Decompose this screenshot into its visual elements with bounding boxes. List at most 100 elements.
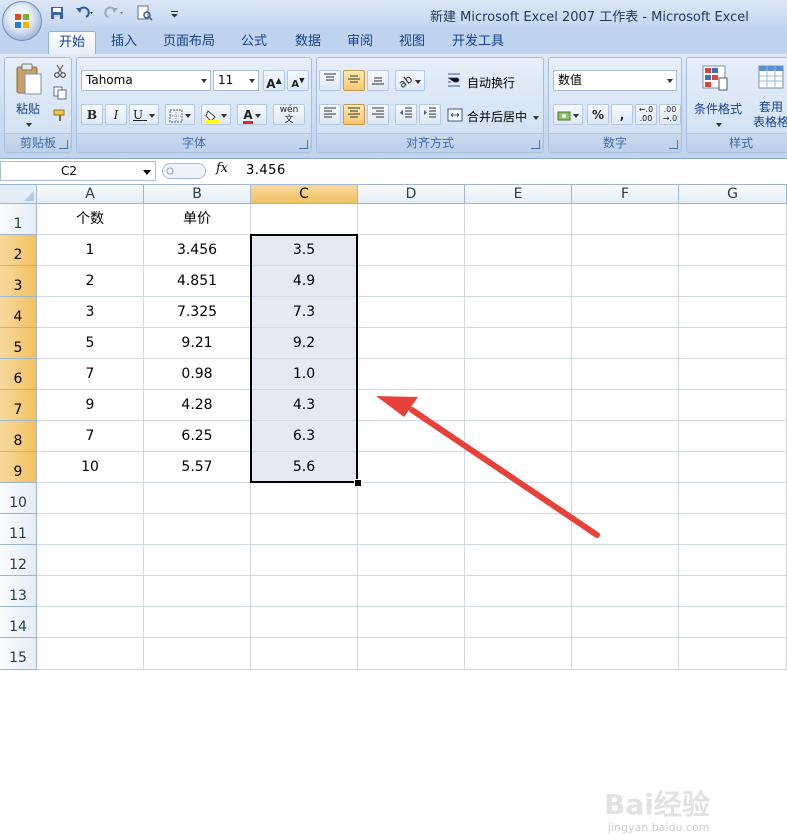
wrap-text-button[interactable]: 自动换行 (467, 74, 515, 91)
print-preview-icon[interactable] (136, 5, 154, 21)
clipboard-group: 粘贴 剪贴板 (4, 57, 72, 153)
fill-color-button[interactable] (201, 104, 231, 125)
name-box[interactable]: C2 (0, 161, 156, 181)
tab-developer[interactable]: 开发工具 (444, 31, 512, 53)
format-table-label-2: 表格格 (752, 115, 787, 129)
italic-icon: I (113, 108, 119, 122)
formula-controls: fx (160, 161, 236, 181)
font-name-dropdown-icon (201, 79, 207, 83)
formula-bar: C2 fx 3.456 (0, 159, 787, 185)
increase-decimal-button[interactable]: ←.0.00 (635, 104, 657, 125)
tab-home[interactable]: 开始 (48, 31, 96, 54)
accounting-format-button[interactable] (553, 104, 583, 125)
bold-icon: B (86, 108, 98, 122)
align-right-icon (372, 107, 384, 118)
clipboard-launcher-icon[interactable] (59, 140, 68, 149)
tab-formulas[interactable]: 公式 (232, 31, 276, 53)
number-format-dropdown-icon (667, 79, 673, 83)
number-launcher-icon[interactable] (669, 140, 678, 149)
align-bottom-icon (372, 77, 384, 85)
redo-icon[interactable] (104, 5, 126, 21)
font-size-dropdown-icon (249, 79, 255, 83)
percent-button[interactable]: % (587, 104, 609, 125)
tab-page-layout[interactable]: 页面布局 (158, 31, 220, 53)
font-color-button[interactable]: A (237, 104, 267, 125)
align-middle-icon (348, 75, 360, 83)
comma-button[interactable]: , (611, 104, 633, 125)
format-as-table-button[interactable]: 套用 表格格 (745, 100, 787, 130)
merge-center-button[interactable]: 合并后居中 (467, 108, 539, 125)
conditional-format-icon (702, 65, 728, 91)
cut-icon[interactable] (53, 64, 67, 78)
phonetic-icon: wén 文 (279, 105, 299, 125)
align-left-icon (324, 107, 336, 118)
number-format-combo[interactable]: 数值 (553, 70, 677, 91)
merge-dropdown-icon (532, 115, 539, 120)
paste-button[interactable]: 粘贴 (9, 100, 47, 131)
fill-color-dropdown-icon (221, 113, 227, 118)
grow-font-button[interactable]: A▲ (263, 70, 285, 91)
tab-insert[interactable]: 插入 (102, 31, 146, 53)
underline-icon: U (133, 108, 144, 122)
phonetic-button[interactable]: wén 文 (273, 104, 305, 125)
italic-button[interactable]: I (105, 104, 127, 125)
paste-icon (16, 63, 42, 95)
increase-indent-button[interactable] (419, 104, 441, 125)
save-icon[interactable] (50, 5, 64, 21)
shrink-font-button[interactable]: A▼ (287, 70, 309, 91)
align-bottom-button[interactable] (367, 70, 389, 91)
styles-group-label: 样式 (687, 133, 787, 152)
alignment-group: ab 自动换行 合并后居中 对齐方式 (316, 57, 544, 153)
clipboard-group-label: 剪贴板 (5, 133, 71, 152)
office-button[interactable] (2, 1, 42, 41)
align-middle-button[interactable] (343, 70, 365, 91)
borders-button[interactable] (165, 104, 195, 125)
bold-button[interactable]: B (81, 104, 103, 125)
clipboard-label-text: 剪贴板 (19, 136, 56, 150)
comma-icon: , (619, 108, 625, 122)
format-table-label-1: 套用 (758, 100, 783, 114)
tab-data[interactable]: 数据 (286, 31, 330, 53)
tab-view[interactable]: 视图 (390, 31, 434, 53)
formula-input[interactable]: 3.456 (246, 163, 286, 178)
format-painter-icon[interactable] (53, 108, 67, 122)
number-group: 数值 % , ←.0.00 .00 →.0 数字 (548, 57, 682, 153)
formula-collapse-handle-icon[interactable] (162, 163, 206, 179)
borders-dropdown-icon (185, 113, 191, 118)
underline-dropdown-icon (148, 113, 155, 118)
orientation-button[interactable]: ab (395, 70, 425, 91)
paste-dropdown-icon (26, 122, 32, 127)
font-group-label: 字体 (77, 133, 311, 152)
align-top-button[interactable] (319, 70, 341, 91)
font-name-combo[interactable]: Tahoma (81, 70, 211, 91)
tab-review[interactable]: 审阅 (338, 31, 382, 53)
decrease-decimal-button[interactable]: .00 →.0 (659, 104, 681, 125)
font-name-value: Tahoma (86, 73, 133, 87)
align-center-button[interactable] (343, 104, 365, 125)
conditional-format-button[interactable]: 条件格式 (689, 100, 747, 131)
alignment-launcher-icon[interactable] (531, 140, 540, 149)
worksheet-grid[interactable]: A B C D E F G 1 2 3 4 5 6 7 8 9 10 11 12… (0, 185, 787, 834)
window-title: 新建 Microsoft Excel 2007 工作表 - Microsoft … (430, 10, 749, 25)
align-right-button[interactable] (367, 104, 389, 125)
baidu-watermark-url: jingyan.baidu.com (608, 821, 710, 834)
number-label-text: 数字 (602, 136, 627, 150)
decrease-indent-button[interactable] (395, 104, 417, 125)
conditional-format-dropdown-icon (716, 122, 722, 127)
undo-icon[interactable] (74, 5, 96, 21)
align-top-icon (324, 73, 336, 81)
insert-function-button[interactable]: fx (216, 161, 228, 176)
font-size-combo[interactable]: 11 (213, 70, 259, 91)
align-left-button[interactable] (319, 104, 341, 125)
increase-decimal-icon: ←.0.00 (638, 105, 654, 123)
name-box-dropdown-icon (143, 170, 151, 175)
conditional-format-label: 条件格式 (693, 102, 742, 116)
merge-center-icon (447, 108, 463, 122)
shrink-font-icon: A▼ (291, 77, 305, 91)
customize-qat-icon[interactable] (170, 5, 180, 21)
underline-button[interactable]: U (129, 104, 159, 125)
styles-group: 条件格式 套用 表格格 样式 (686, 57, 787, 153)
copy-icon[interactable] (53, 86, 67, 100)
increase-indent-icon (424, 107, 436, 118)
font-launcher-icon[interactable] (299, 140, 308, 149)
